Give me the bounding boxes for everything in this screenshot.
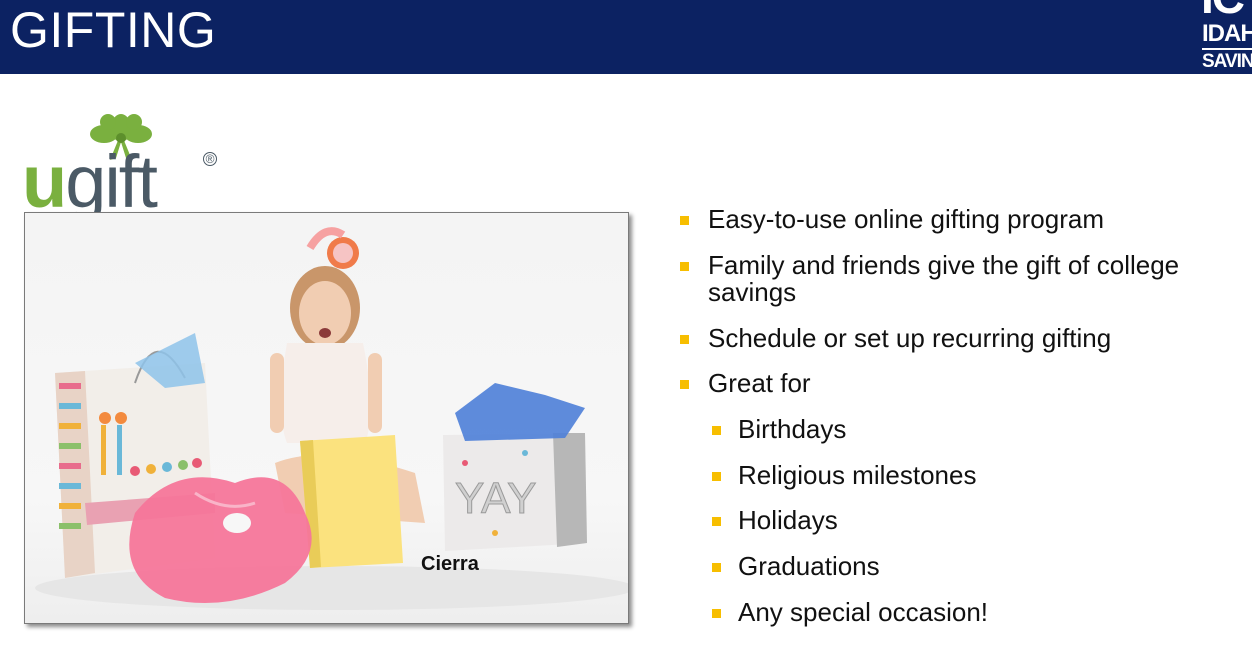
bullet-marker: [712, 472, 721, 481]
bullet-marker: [712, 426, 721, 435]
bullet-text: Schedule or set up recurring gifting: [708, 323, 1112, 353]
logo-gift: gift: [65, 140, 158, 223]
sub-bullet-text: Holidays: [738, 505, 838, 535]
svg-text:YAY: YAY: [455, 474, 537, 523]
slide-header: GIFTING IC IDAHO SAVINGS: [0, 0, 1252, 74]
photo-illustration: YAY: [35, 227, 628, 610]
brand-line-savings: SAVINGS: [1202, 51, 1252, 72]
bullet-text: Easy-to-use online gifting program: [708, 204, 1104, 234]
bullet-marker: [680, 216, 689, 225]
bullet-text-continuation: savings: [708, 277, 797, 307]
sub-bullet-text: Any special occasion!: [738, 597, 989, 627]
bullet-marker: [712, 563, 721, 572]
sub-bullet-text: Graduations: [738, 551, 880, 581]
bullet-text: Family and friends give the gift of coll…: [708, 250, 1180, 280]
bullet-text: Great for: [708, 368, 811, 398]
brand-line-idaho: IDAHO: [1202, 20, 1252, 47]
brand-divider: [1202, 48, 1252, 50]
slide-title: GIFTING: [10, 2, 217, 58]
bullet-marker: [680, 380, 689, 389]
photo-caption: Cierra: [421, 553, 479, 575]
bullet-marker: [680, 262, 689, 271]
bullet-marker: [712, 517, 721, 526]
logo-wordmark: ugift: [22, 140, 158, 223]
sub-bullet-text: Birthdays: [738, 414, 847, 444]
bullet-marker: [712, 609, 721, 618]
silver-bag: YAY: [443, 383, 587, 551]
gift-photo: YAY Cierra: [24, 212, 629, 624]
bullet-marker: [680, 335, 689, 344]
registered-mark: ®: [203, 152, 217, 166]
logo-u: u: [22, 140, 67, 223]
sub-bullet-text: Religious milestones: [738, 460, 977, 490]
idaho-savings-logo: IC IDAHO SAVINGS: [1201, 0, 1252, 74]
brand-mark: IC: [1201, 0, 1245, 20]
